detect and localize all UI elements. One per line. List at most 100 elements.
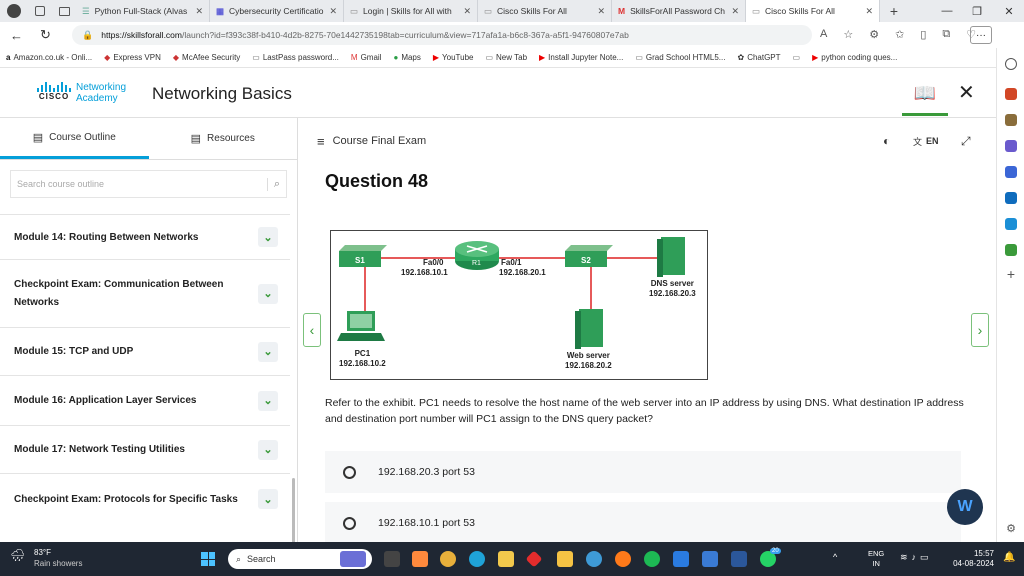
module-item[interactable]: Module 16: Application Layer Services ⌄ (0, 376, 290, 426)
chevron-down-icon[interactable]: ⌄ (258, 439, 278, 460)
search-icon[interactable] (1005, 58, 1017, 70)
edge-icon[interactable] (469, 551, 485, 567)
close-tab-icon[interactable]: ✕ (731, 6, 739, 17)
read-aloud-icon[interactable]: A (820, 28, 827, 41)
close-tab-icon[interactable]: ✕ (195, 6, 203, 17)
browser-tab-active[interactable]: ▭ Cisco Skills For All ✕ (746, 0, 880, 22)
bookmark-item[interactable]: ▭ LastPass password... (252, 53, 339, 62)
bookmark-item[interactable]: ▭ (793, 53, 801, 62)
close-tab-icon[interactable]: ✕ (329, 6, 337, 17)
radio-button[interactable] (343, 516, 356, 530)
chevron-down-icon[interactable]: ⌄ (258, 390, 278, 411)
spotify-icon[interactable] (644, 551, 660, 567)
tools-icon[interactable] (1005, 114, 1017, 126)
close-window-icon[interactable]: ✕ (994, 0, 1024, 22)
bookmark-item[interactable]: ◆ McAfee Security (173, 53, 240, 62)
browser-tab[interactable]: ▭ Cisco Skills For All ✕ (478, 0, 612, 22)
profile-avatar-icon[interactable] (0, 0, 28, 22)
notepad-icon[interactable] (702, 551, 718, 567)
assistant-chat-icon[interactable]: W (947, 489, 983, 525)
chrome-icon[interactable] (440, 551, 456, 567)
module-item[interactable]: Module 15: TCP and UDP ⌄ (0, 328, 290, 376)
collapse-menu-icon[interactable]: ≡ (317, 134, 325, 149)
back-icon[interactable]: ← (10, 28, 23, 43)
favorite-icon[interactable]: ☆ (843, 28, 853, 41)
book-icon[interactable]: 📖 (902, 74, 948, 116)
file-explorer-icon[interactable] (557, 551, 573, 567)
chevron-down-icon[interactable]: ⌄ (258, 489, 278, 509)
new-tab-button[interactable]: + (880, 3, 908, 19)
games-icon[interactable] (1005, 140, 1017, 152)
bookmark-item[interactable]: ▶ Install Jupyter Note... (539, 53, 623, 62)
outlook-icon[interactable] (1005, 192, 1017, 204)
previous-question-button[interactable]: ‹ (303, 313, 321, 347)
search-icon[interactable]: ⌕ (266, 177, 280, 191)
word-icon[interactable] (731, 551, 747, 567)
vscode-icon[interactable] (673, 551, 689, 567)
favorites-icon[interactable]: ✩ (895, 28, 904, 41)
radio-button[interactable] (343, 465, 356, 479)
next-question-button[interactable]: › (971, 313, 989, 347)
answer-option[interactable]: 192.168.20.3 port 53 (325, 451, 961, 493)
task-view-icon[interactable] (384, 551, 400, 567)
bookmark-item[interactable]: ▶ python coding ques... (812, 53, 897, 62)
chevron-down-icon[interactable]: ⌄ (258, 283, 278, 304)
module-item[interactable]: Module 17: Network Testing Utilities ⌄ (0, 426, 290, 474)
wifi-volume-battery-icon[interactable]: ≋♪▭ (900, 552, 933, 563)
module-item[interactable]: Checkpoint Exam: Communication Between N… (0, 260, 290, 328)
close-tab-icon[interactable]: ✕ (597, 6, 605, 17)
language-selector[interactable]: 文 EN (913, 135, 939, 148)
extensions-icon[interactable]: ⚙ (869, 28, 879, 41)
bookmark-item[interactable]: ▭ Grad School HTML5... (635, 53, 725, 62)
bookmark-item[interactable]: ● Maps (393, 53, 420, 62)
chevron-down-icon[interactable]: ⌄ (258, 341, 278, 362)
weather-icon[interactable]: 🌧 (10, 548, 25, 562)
collections-icon[interactable]: ⧉ (942, 28, 950, 41)
help-icon[interactable] (586, 551, 602, 567)
dark-mode-icon[interactable]: ◐ (883, 134, 890, 148)
module-item[interactable]: Module 14: Routing Between Networks ⌄ (0, 214, 290, 260)
answer-option[interactable]: 192.168.10.1 port 53 (325, 502, 961, 544)
fullscreen-icon[interactable]: ⤢ (961, 134, 971, 149)
sidebar-settings-icon[interactable]: ⚙ (1005, 522, 1017, 535)
store-icon[interactable] (498, 551, 514, 567)
clock[interactable]: 15:57 04-08-2024 (952, 549, 994, 569)
bookmark-item[interactable]: a Amazon.co.uk - Onli... (6, 53, 92, 62)
bookmark-item[interactable]: ✿ ChatGPT (737, 53, 780, 62)
bookmark-item[interactable]: M Gmail (351, 53, 382, 62)
split-screen-icon[interactable]: ▯ (920, 28, 926, 41)
close-tab-icon[interactable]: ✕ (463, 6, 471, 17)
workspaces-icon[interactable] (28, 0, 52, 22)
browser-tab[interactable]: ☰ Python Full-Stack (Alvas ✕ (76, 0, 210, 22)
windows-start-icon[interactable] (201, 552, 215, 566)
language-indicator[interactable]: ENG IN (868, 549, 884, 569)
url-field[interactable]: 🔒 https://skillsforall.com/launch?id=f39… (72, 25, 812, 45)
restore-window-icon[interactable]: ❐ (962, 0, 992, 22)
bookmark-item[interactable]: ▶ YouTube (433, 53, 474, 62)
browser-tab[interactable]: ▦ Cybersecurity Certificatio ✕ (210, 0, 344, 22)
shopping-icon[interactable] (1005, 88, 1017, 100)
chevron-down-icon[interactable]: ⌄ (258, 227, 278, 247)
bookmark-item[interactable]: ▭ New Tab (485, 53, 527, 62)
browser-tab[interactable]: ▭ Login | Skills for All with ✕ (344, 0, 478, 22)
add-sidebar-app-icon[interactable]: + (1005, 267, 1017, 281)
firefox-icon[interactable] (615, 551, 631, 567)
copilot-icon[interactable] (412, 551, 428, 567)
drop-icon[interactable] (1005, 244, 1017, 256)
module-item[interactable]: Checkpoint Exam: Protocols for Specific … (0, 474, 290, 524)
taskbar-app-icon[interactable] (340, 551, 366, 567)
refresh-icon[interactable]: ↻ (40, 27, 51, 43)
tab-course-outline[interactable]: ▤ Course Outline (0, 118, 149, 159)
minimize-window-icon[interactable]: — (932, 0, 962, 22)
close-course-icon[interactable]: ✕ (958, 80, 975, 105)
tab-resources[interactable]: ▤ Resources (149, 118, 298, 159)
telegram-icon[interactable] (1005, 218, 1017, 230)
office-icon[interactable] (1005, 166, 1017, 178)
notification-icon[interactable]: 🔔 (1003, 552, 1015, 563)
show-hidden-icons-icon[interactable]: ^ (833, 552, 837, 562)
close-tab-icon[interactable]: ✕ (865, 6, 873, 17)
search-course-outline-input[interactable]: Search course outline ⌕ (10, 170, 287, 198)
bookmark-item[interactable]: ◆ Express VPN (104, 53, 161, 62)
more-menu-icon[interactable]: ··· (970, 26, 992, 44)
weather-widget[interactable]: 83°F Rain showers (34, 547, 82, 569)
